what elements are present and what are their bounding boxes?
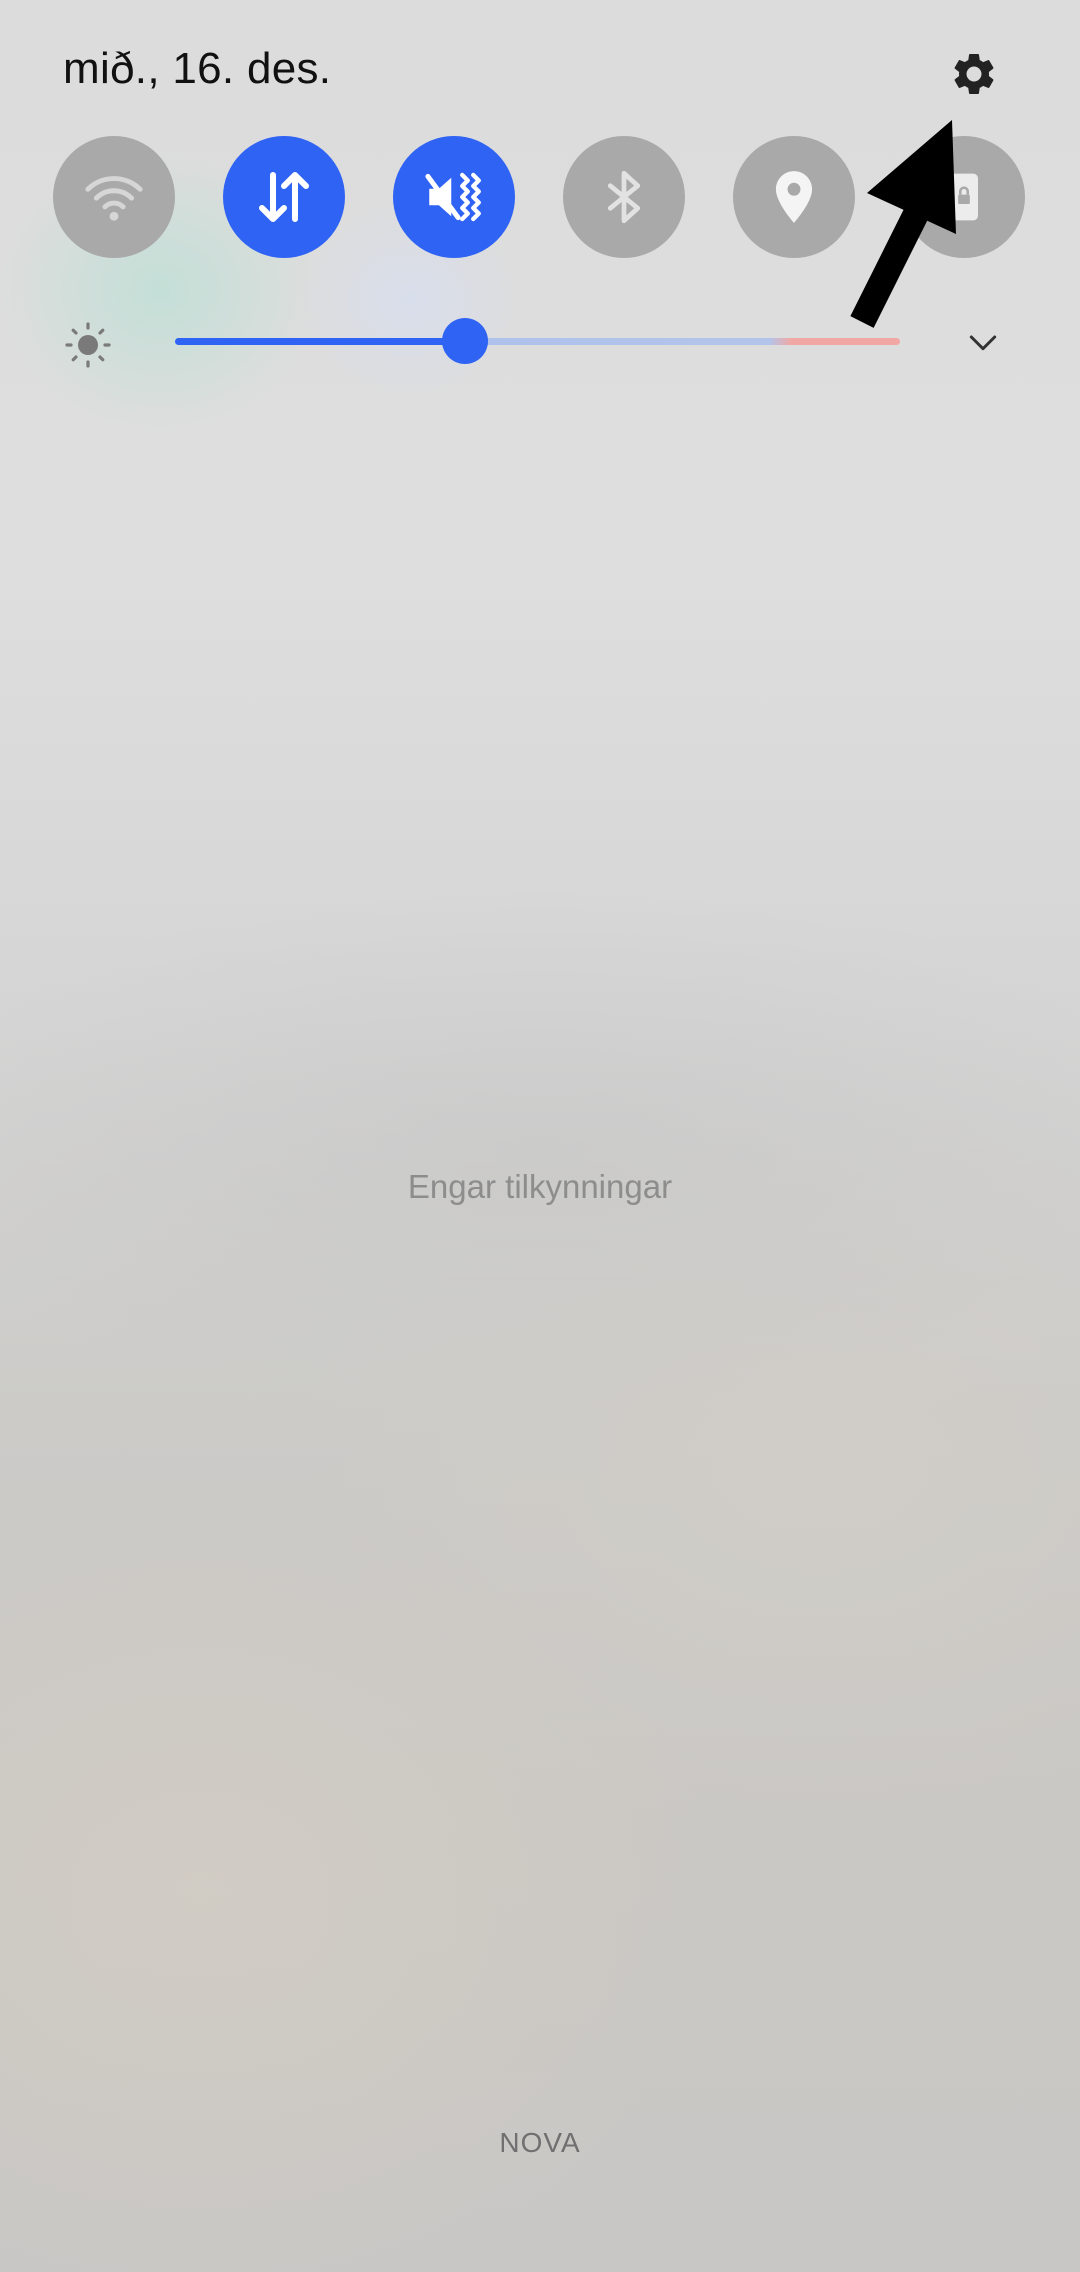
bluetooth-toggle[interactable]	[563, 136, 685, 258]
screen-lock-toggle[interactable]	[903, 136, 1025, 258]
wifi-toggle[interactable]	[53, 136, 175, 258]
mobile-data-toggle[interactable]	[223, 136, 345, 258]
sun-icon	[65, 322, 111, 368]
data-arrows-icon	[258, 171, 310, 223]
vibrate-icon	[425, 172, 481, 222]
wifi-icon	[85, 176, 143, 221]
location-toggle[interactable]	[733, 136, 855, 258]
quick-settings-row	[0, 136, 1080, 258]
expand-panel-button[interactable]	[958, 320, 1008, 364]
lock-icon	[950, 173, 978, 221]
chevron-down-icon	[969, 335, 997, 351]
brightness-icon	[64, 321, 112, 369]
location-pin-icon	[775, 171, 813, 223]
brightness-slider[interactable]	[175, 318, 900, 364]
carrier-label: NOVA	[499, 2127, 581, 2158]
brightness-slider-thumb[interactable]	[442, 318, 488, 364]
bluetooth-icon	[607, 170, 641, 224]
gear-icon	[954, 53, 994, 94]
brightness-slider-fill	[175, 338, 465, 345]
settings-button[interactable]	[944, 44, 1004, 104]
no-notifications-label: Engar tilkynningar	[407, 1168, 673, 1205]
sound-mode-toggle[interactable]	[393, 136, 515, 258]
date-label: mið., 16. des.	[63, 44, 332, 93]
